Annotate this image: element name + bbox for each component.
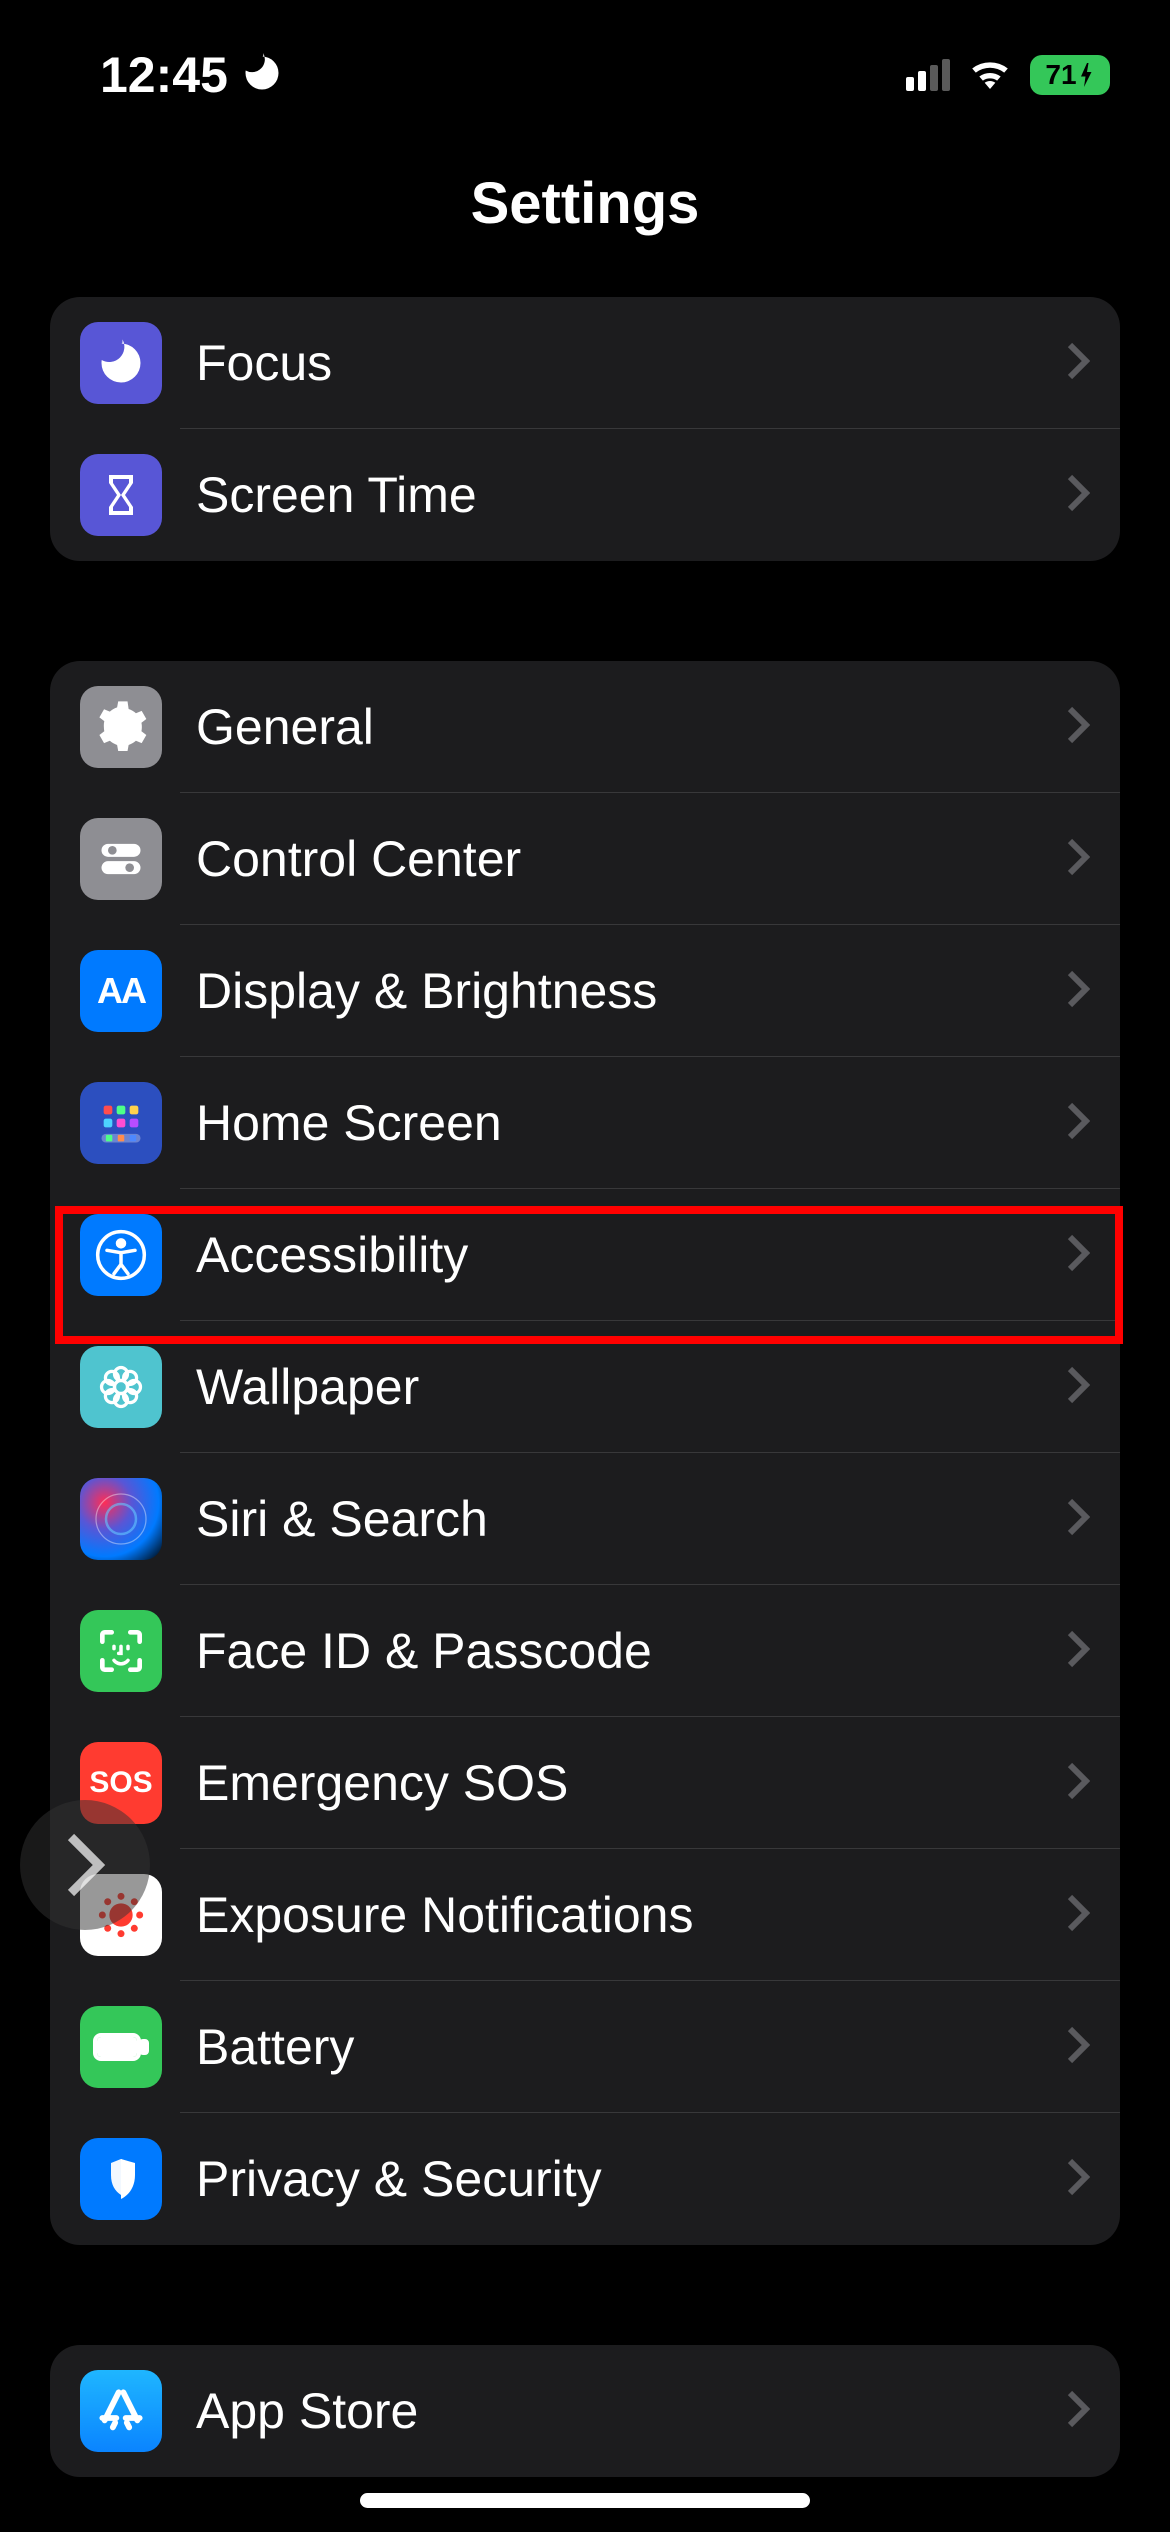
chevron-right-icon bbox=[1066, 2389, 1090, 2434]
settings-row-app-store[interactable]: App Store bbox=[50, 2345, 1120, 2477]
row-label: Display & Brightness bbox=[196, 962, 1066, 1020]
control-center-icon bbox=[80, 818, 162, 900]
row-label: Control Center bbox=[196, 830, 1066, 888]
accessibility-icon bbox=[80, 1214, 162, 1296]
settings-row-control-center[interactable]: Control Center bbox=[50, 793, 1120, 925]
row-label: Screen Time bbox=[196, 466, 1066, 524]
chevron-right-icon bbox=[1066, 1233, 1090, 1278]
focus-icon bbox=[80, 322, 162, 404]
row-label: Face ID & Passcode bbox=[196, 1622, 1066, 1680]
chevron-right-icon bbox=[1066, 969, 1090, 1014]
chevron-right-icon bbox=[1066, 837, 1090, 882]
settings-row-home-screen[interactable]: Home Screen bbox=[50, 1057, 1120, 1189]
chevron-right-icon bbox=[1066, 473, 1090, 518]
wifi-icon bbox=[968, 57, 1012, 94]
status-bar: 12:45 71 bbox=[0, 0, 1170, 140]
settings-group-store: App Store bbox=[50, 2345, 1120, 2477]
battery-icon bbox=[80, 2006, 162, 2088]
screen-time-icon bbox=[80, 454, 162, 536]
settings-row-emergency-sos[interactable]: SOS Emergency SOS bbox=[50, 1717, 1120, 1849]
settings-list: Focus Screen Time General bbox=[0, 297, 1170, 2477]
row-label: Siri & Search bbox=[196, 1490, 1066, 1548]
row-label: Accessibility bbox=[196, 1226, 1066, 1284]
battery-percent: 71 bbox=[1045, 59, 1076, 91]
settings-group-focus: Focus Screen Time bbox=[50, 297, 1120, 561]
status-right: 71 bbox=[906, 55, 1110, 95]
chevron-right-icon bbox=[1066, 2157, 1090, 2202]
settings-row-screen-time[interactable]: Screen Time bbox=[50, 429, 1120, 561]
general-icon bbox=[80, 686, 162, 768]
assistive-touch-button[interactable] bbox=[20, 1800, 150, 1930]
privacy-security-icon bbox=[80, 2138, 162, 2220]
battery-indicator: 71 bbox=[1030, 55, 1110, 95]
home-screen-icon bbox=[80, 1082, 162, 1164]
chevron-right-icon bbox=[1066, 705, 1090, 750]
chevron-right-icon bbox=[1066, 1497, 1090, 1542]
settings-row-display-brightness[interactable]: AA Display & Brightness bbox=[50, 925, 1120, 1057]
settings-row-general[interactable]: General bbox=[50, 661, 1120, 793]
row-label: Privacy & Security bbox=[196, 2150, 1066, 2208]
display-brightness-icon: AA bbox=[80, 950, 162, 1032]
chevron-right-icon bbox=[1066, 1893, 1090, 1938]
dnd-moon-icon bbox=[240, 51, 284, 100]
cellular-signal-icon bbox=[906, 59, 950, 91]
home-indicator[interactable] bbox=[360, 2493, 810, 2508]
row-label: Battery bbox=[196, 2018, 1066, 2076]
row-label: App Store bbox=[196, 2382, 1066, 2440]
app-store-icon bbox=[80, 2370, 162, 2452]
settings-row-focus[interactable]: Focus bbox=[50, 297, 1120, 429]
settings-row-battery[interactable]: Battery bbox=[50, 1981, 1120, 2113]
row-label: General bbox=[196, 698, 1066, 756]
settings-row-accessibility[interactable]: Accessibility bbox=[50, 1189, 1120, 1321]
settings-row-siri-search[interactable]: Siri & Search bbox=[50, 1453, 1120, 1585]
page-title: Settings bbox=[0, 170, 1170, 237]
chevron-right-icon bbox=[1066, 1761, 1090, 1806]
wallpaper-icon bbox=[80, 1346, 162, 1428]
row-label: Emergency SOS bbox=[196, 1754, 1066, 1812]
faceid-icon bbox=[80, 1610, 162, 1692]
row-label: Wallpaper bbox=[196, 1358, 1066, 1416]
settings-group-main: General Control Center AA Display & Brig… bbox=[50, 661, 1120, 2245]
sos-text: SOS bbox=[89, 1766, 152, 1800]
settings-row-faceid-passcode[interactable]: Face ID & Passcode bbox=[50, 1585, 1120, 1717]
siri-icon bbox=[80, 1478, 162, 1560]
settings-row-wallpaper[interactable]: Wallpaper bbox=[50, 1321, 1120, 1453]
row-label: Exposure Notifications bbox=[196, 1886, 1066, 1944]
settings-row-privacy-security[interactable]: Privacy & Security bbox=[50, 2113, 1120, 2245]
row-label: Home Screen bbox=[196, 1094, 1066, 1152]
settings-row-exposure-notifications[interactable]: Exposure Notifications bbox=[50, 1849, 1120, 1981]
chevron-right-icon bbox=[1066, 2025, 1090, 2070]
row-label: Focus bbox=[196, 334, 1066, 392]
chevron-right-icon bbox=[1066, 341, 1090, 386]
aa-text: AA bbox=[97, 970, 145, 1012]
page-header: Settings bbox=[0, 140, 1170, 297]
chevron-right-icon bbox=[1066, 1629, 1090, 1674]
status-time: 12:45 bbox=[100, 46, 228, 104]
chevron-right-icon bbox=[1066, 1365, 1090, 1410]
status-left: 12:45 bbox=[100, 46, 284, 104]
chevron-right-icon bbox=[1066, 1101, 1090, 1146]
